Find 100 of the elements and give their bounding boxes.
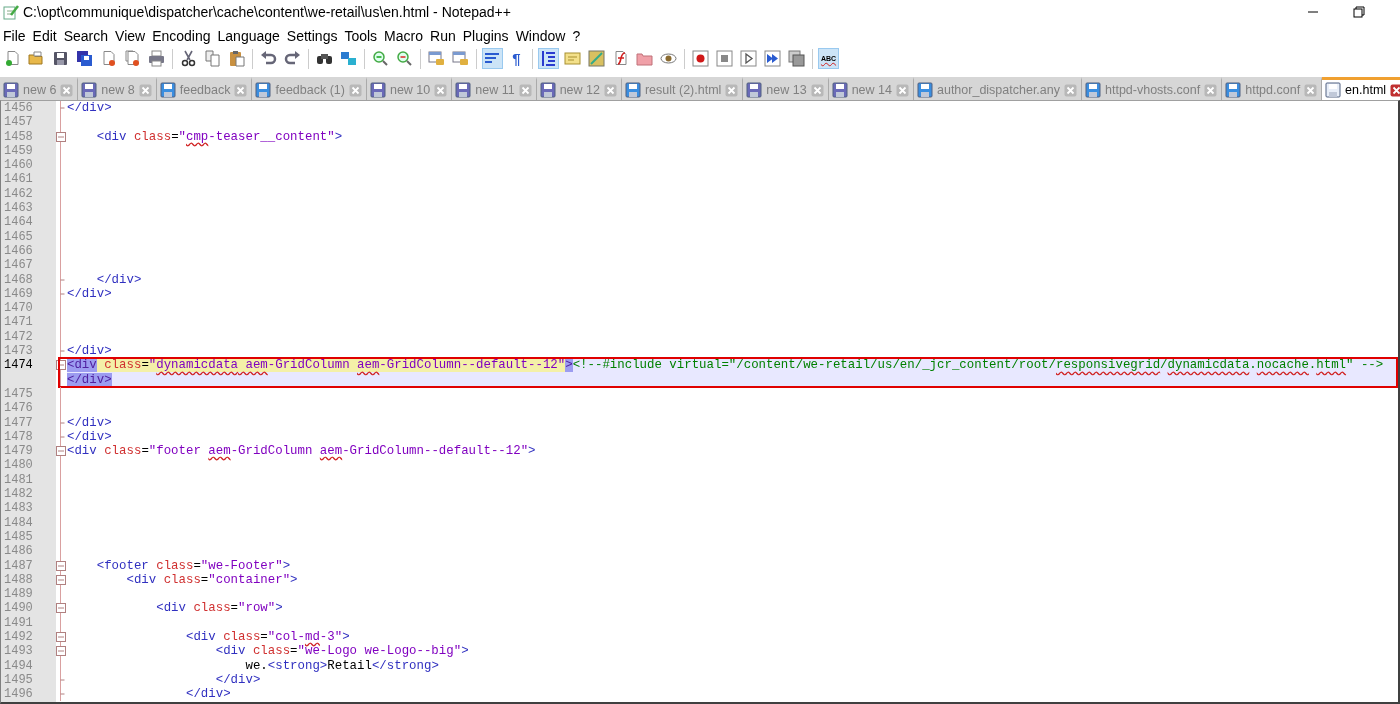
- show-all-characters-button[interactable]: ¶: [506, 48, 527, 69]
- line-number: 1487: [3, 558, 34, 573]
- line-number: 1489: [3, 587, 34, 602]
- menu-item[interactable]: Tools: [341, 27, 382, 44]
- line-number: 1492: [3, 630, 34, 645]
- line-number: 1467: [3, 258, 34, 273]
- code-line: <div class="col-md-3">: [184, 630, 351, 645]
- line-number: 1463: [3, 201, 34, 216]
- fold-minus-icon[interactable]: [56, 632, 66, 642]
- line-number: 1469: [3, 286, 34, 302]
- code-line: </div>: [214, 672, 262, 688]
- line-number: 1481: [3, 472, 34, 487]
- line-number: 1482: [3, 487, 34, 502]
- line-number: 1473: [3, 344, 34, 359]
- code-line: </div>: [67, 286, 113, 302]
- scissors-icon: [180, 50, 197, 67]
- toolbar-button[interactable]: [538, 48, 559, 69]
- toolbar-button[interactable]: [74, 48, 95, 69]
- undo-icon: [260, 50, 277, 67]
- fold-minus-icon[interactable]: [56, 574, 66, 585]
- line-number: 1466: [3, 243, 34, 259]
- code-line: </div>: [67, 429, 113, 445]
- stop-icon: [716, 50, 733, 67]
- fold-minus-icon[interactable]: [56, 560, 66, 571]
- menu-item[interactable]: Encoding: [149, 27, 215, 44]
- line-number: 1488: [3, 572, 34, 588]
- open-folder-icon: [28, 50, 45, 67]
- line-number: 1464: [3, 215, 34, 230]
- eye-icon: [660, 50, 677, 67]
- menu-item[interactable]: Settings: [283, 27, 342, 44]
- menu-item[interactable]: Edit: [29, 27, 61, 44]
- copy-icon: [204, 50, 221, 67]
- code-line: </div>: [95, 272, 143, 287]
- line-number: 1485: [3, 529, 34, 545]
- floppy-disks-icon: [76, 50, 93, 67]
- line-number: 1456: [3, 101, 34, 116]
- menu-item[interactable]: Macro: [381, 27, 427, 44]
- note-icon: [564, 50, 581, 67]
- line-number: 1496: [3, 687, 34, 702]
- notepad-icon: [3, 4, 19, 20]
- fold-minus-icon[interactable]: [56, 646, 66, 657]
- code-line: <div class="we-Logo we-Logo--big">: [214, 644, 470, 659]
- code-line: we.<strong>Retail</strong>: [244, 658, 440, 673]
- code-line: <div class="footer aem-GridColumn aem-GridColumn--default--12">: [67, 444, 537, 459]
- line-number: 1486: [3, 544, 34, 559]
- line-number: 1460: [3, 158, 34, 173]
- line-number: 1459: [3, 143, 34, 159]
- line-number: 1458: [3, 129, 34, 144]
- line-number: 1478: [3, 429, 34, 445]
- fast-forward-icon: [764, 50, 781, 67]
- code-line: </div>: [67, 101, 113, 116]
- zoom-out-icon: [396, 50, 413, 67]
- menu-item[interactable]: View: [112, 27, 150, 44]
- line-number: 1471: [3, 315, 34, 330]
- line-number: 1474: [3, 358, 34, 373]
- new-page-icon: [4, 50, 21, 67]
- toolbar-button[interactable]: [762, 48, 783, 69]
- code-line: <div class="container">: [125, 572, 299, 588]
- play-icon: [740, 50, 757, 67]
- fold-minus-icon[interactable]: [56, 446, 66, 457]
- line-number: 1462: [3, 186, 34, 202]
- code-line: <div class="row">: [155, 601, 284, 616]
- menu-item[interactable]: Window: [512, 27, 570, 44]
- code-line: </div>: [67, 344, 113, 359]
- line-number: 1457: [3, 115, 34, 130]
- printer-icon: [148, 50, 165, 67]
- clipboard-icon: [228, 50, 245, 67]
- menu-item[interactable]: File: [0, 27, 30, 44]
- menu-item[interactable]: Language: [214, 27, 284, 44]
- function-icon: [612, 50, 629, 67]
- line-number: 1477: [3, 415, 34, 430]
- line-number: 1476: [3, 401, 34, 416]
- line-number: 1465: [3, 229, 34, 244]
- menu-item[interactable]: Plugins: [459, 27, 513, 44]
- line-number: 1490: [3, 601, 34, 616]
- fold-minus-icon[interactable]: [56, 360, 66, 371]
- line-number: 1472: [3, 329, 34, 345]
- menu-item[interactable]: Search: [60, 27, 113, 44]
- menu-item[interactable]: ?: [569, 27, 585, 44]
- close-icon[interactable]: [1390, 83, 1400, 97]
- line-number: 1483: [3, 501, 34, 516]
- line-number: 1475: [3, 386, 34, 402]
- redo-icon: [284, 50, 301, 67]
- record-icon: [692, 50, 709, 67]
- line-number: 1479: [3, 444, 34, 459]
- restore-icon: [1353, 6, 1365, 18]
- folder-icon: [636, 50, 653, 67]
- menu-item[interactable]: Run: [427, 27, 460, 44]
- code-line: <footer class="we-Footer">: [95, 558, 292, 573]
- fold-minus-icon[interactable]: [56, 603, 66, 614]
- line-number: 1491: [3, 615, 34, 630]
- fold-minus-icon[interactable]: [56, 131, 66, 142]
- line-number: 1468: [3, 272, 34, 287]
- line-number: 1480: [3, 458, 34, 473]
- code-line: </div>: [184, 687, 232, 702]
- line-number: 1494: [3, 658, 34, 673]
- line-number: 1493: [3, 644, 34, 659]
- toolbar-button[interactable]: [690, 48, 711, 69]
- file-tab[interactable]: en.html: [1322, 77, 1400, 100]
- line-number: 1470: [3, 301, 34, 316]
